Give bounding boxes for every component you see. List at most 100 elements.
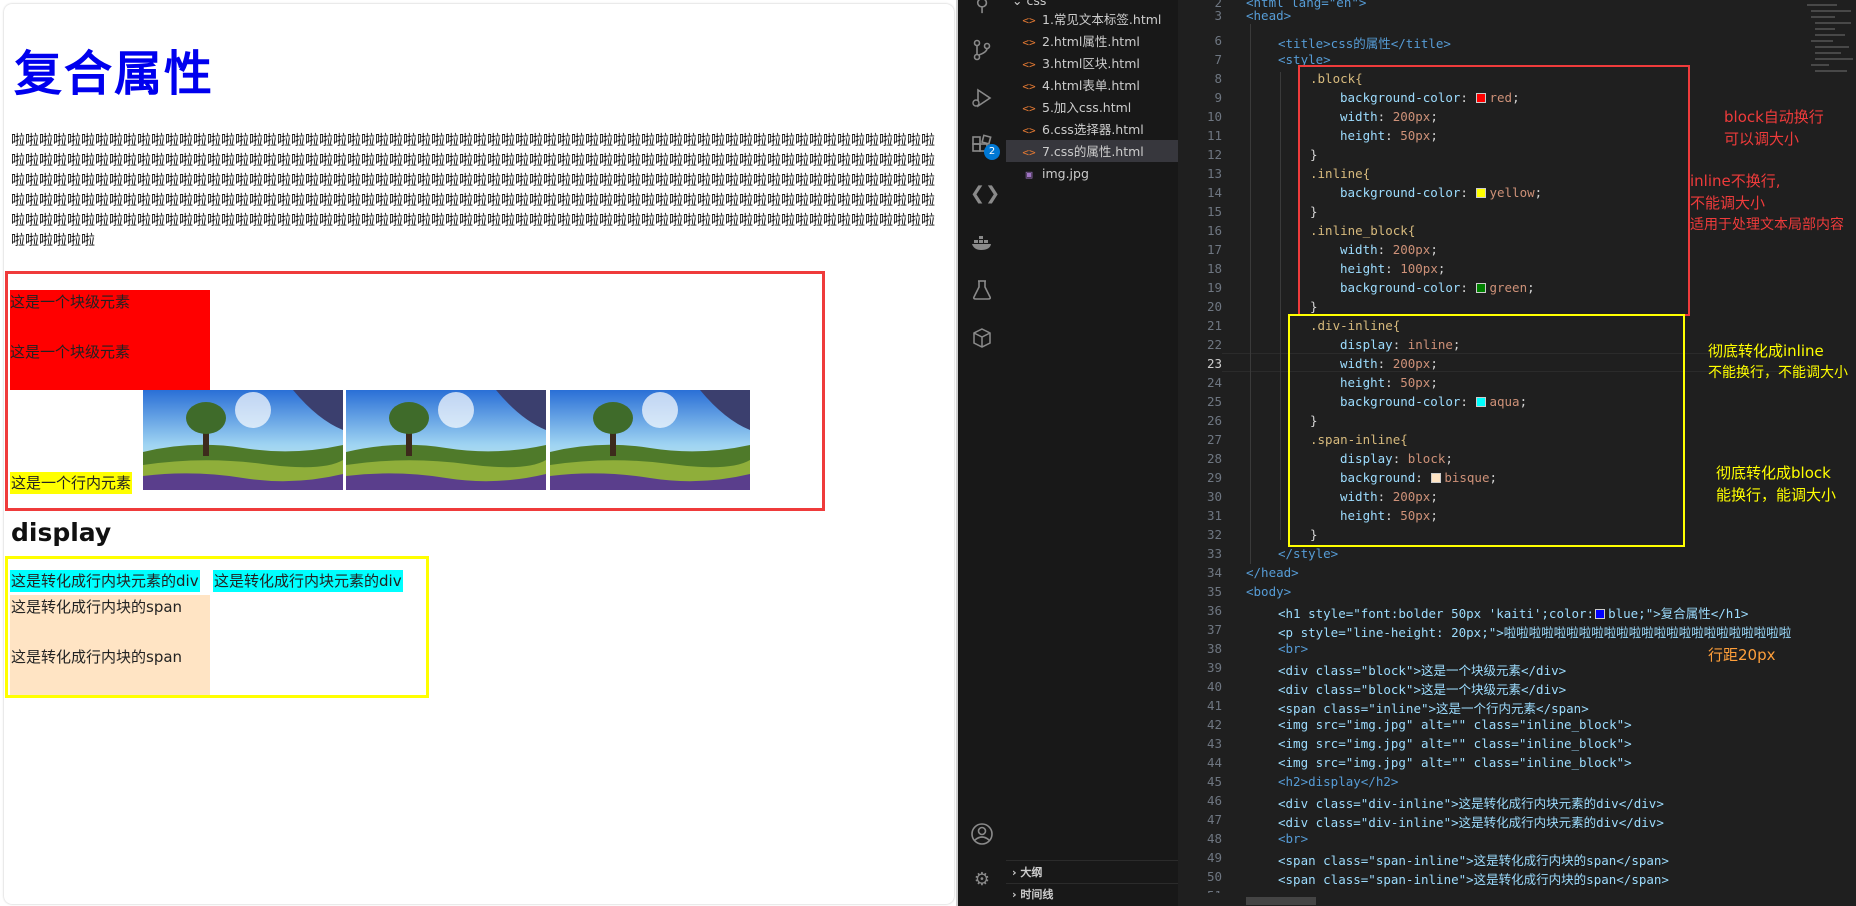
annotation-text: inline不换行, bbox=[1690, 172, 1781, 190]
file-item[interactable]: ▣ img.jpg bbox=[1022, 163, 1089, 185]
line-number: 43 bbox=[1206, 736, 1222, 751]
code-line: <body> bbox=[1246, 584, 1292, 599]
html-icon: <> bbox=[1022, 124, 1036, 137]
file-item[interactable]: <> 6.css选择器.html bbox=[1022, 119, 1143, 141]
annotation-text: 能换行，能调大小 bbox=[1716, 486, 1837, 504]
file-item[interactable]: <> 5.加入css.html bbox=[1022, 97, 1131, 119]
line-number: 42 bbox=[1206, 717, 1222, 732]
inline-element: 这是一个行内元素 bbox=[10, 472, 133, 494]
code-line: <br> bbox=[1278, 641, 1309, 656]
annotation-text: 彻底转化成block bbox=[1716, 464, 1831, 482]
html-icon: <> bbox=[1022, 146, 1036, 159]
remote-explorer-icon[interactable]: ❮❯ bbox=[970, 182, 1000, 206]
line-number: 6 bbox=[1214, 33, 1222, 48]
timeline-section[interactable]: › 时间线 bbox=[1012, 884, 1053, 906]
code-line: <img src="img.jpg" alt="" class="inline_… bbox=[1278, 736, 1632, 751]
landscape-image-3 bbox=[550, 390, 750, 490]
file-item-active[interactable]: <> 7.css的属性.html bbox=[1022, 141, 1143, 163]
run-debug-icon[interactable] bbox=[970, 86, 994, 110]
code-line: <div class="block">这是一个块级元素</div> bbox=[1278, 663, 1567, 678]
code-editor[interactable]: 2 3 6 7 8 9 10 11 12 13 14 15 16 17 18 1… bbox=[1178, 0, 1856, 906]
minimap[interactable] bbox=[1803, 0, 1855, 80]
code-line: <br> bbox=[1278, 831, 1309, 846]
file-item[interactable]: <> 3.html区块.html bbox=[1022, 53, 1139, 75]
browser-preview: 复合属性 啦啦啦啦啦啦啦啦啦啦啦啦啦啦啦啦啦啦啦啦啦啦啦啦啦啦啦啦啦啦啦啦啦啦啦… bbox=[0, 0, 956, 906]
line-number: 19 bbox=[1206, 280, 1222, 295]
code-line: <title>css的属性</title> bbox=[1278, 36, 1451, 51]
line-number: 32 bbox=[1206, 527, 1222, 542]
line-number: 15 bbox=[1206, 204, 1222, 219]
settings-gear-icon[interactable]: ⚙ bbox=[970, 868, 994, 892]
line-number: 44 bbox=[1206, 755, 1222, 770]
html-icon: <> bbox=[1022, 80, 1036, 93]
horizontal-scrollbar[interactable] bbox=[1178, 893, 1856, 906]
lalala-paragraph: 啦啦啦啦啦啦啦啦啦啦啦啦啦啦啦啦啦啦啦啦啦啦啦啦啦啦啦啦啦啦啦啦啦啦啦啦啦啦啦啦… bbox=[11, 133, 935, 249]
indent-guide bbox=[1280, 72, 1281, 540]
block-element-1: 这是一个块级元素 bbox=[10, 290, 210, 340]
span-block-2: 这是转化成行内块的span bbox=[10, 645, 210, 695]
file-item[interactable]: <> 4.html表单.html bbox=[1022, 75, 1139, 97]
divider bbox=[1006, 860, 1178, 861]
code-line: <span class="span-inline">这是转化成行内块的span<… bbox=[1278, 872, 1669, 887]
color-swatch-blue[interactable] bbox=[1595, 609, 1606, 619]
docker-icon[interactable] bbox=[970, 230, 994, 254]
extensions-badge: 2 bbox=[984, 144, 1000, 160]
html-icon: <> bbox=[1022, 58, 1036, 71]
line-number: 11 bbox=[1206, 128, 1222, 143]
testing-icon[interactable] bbox=[970, 278, 994, 302]
search-icon[interactable]: ⚲ bbox=[970, 0, 994, 18]
activity-bar: ⚲ 2 ❮❯ ⚙ bbox=[958, 0, 1006, 906]
landscape-image-2 bbox=[346, 390, 546, 490]
line-number: 31 bbox=[1206, 508, 1222, 523]
explorer-panel: ⌄ css <> 1.常见文本标签.html <> 2.html属性.html <>… bbox=[1006, 0, 1178, 906]
scrollbar-thumb[interactable] bbox=[1246, 897, 1316, 905]
account-icon[interactable] bbox=[970, 822, 994, 846]
indent-guide bbox=[1250, 24, 1251, 564]
file-item[interactable]: <> 2.html属性.html bbox=[1022, 31, 1139, 53]
code-line: </style> bbox=[1278, 546, 1339, 561]
outline-section[interactable]: › 大纲 bbox=[1012, 862, 1042, 884]
line-number: 21 bbox=[1206, 318, 1222, 333]
code-line: <img src="img.jpg" alt="" class="inline_… bbox=[1278, 755, 1632, 770]
code-line: <img src="img.jpg" alt="" class="inline_… bbox=[1278, 717, 1632, 732]
line-number: 27 bbox=[1206, 432, 1222, 447]
line-number: 40 bbox=[1206, 679, 1222, 694]
block-element-2: 这是一个块级元素 bbox=[10, 340, 210, 390]
screenshot-root: 复合属性 啦啦啦啦啦啦啦啦啦啦啦啦啦啦啦啦啦啦啦啦啦啦啦啦啦啦啦啦啦啦啦啦啦啦啦… bbox=[0, 0, 1856, 906]
line-number: 33 bbox=[1206, 546, 1222, 561]
image-icon: ▣ bbox=[1025, 168, 1033, 181]
line-number: 49 bbox=[1206, 850, 1222, 865]
html-icon: <> bbox=[1022, 36, 1036, 49]
line-number: 8 bbox=[1214, 71, 1222, 86]
annotation-text: 行距20px bbox=[1708, 646, 1776, 664]
annotation-text: 适用于处理文本局部内容 bbox=[1690, 217, 1844, 233]
landscape-image-1 bbox=[143, 390, 343, 490]
chevron-down-icon: ⌄ bbox=[1012, 0, 1027, 8]
source-control-icon[interactable] bbox=[970, 38, 994, 62]
annotation-text: 可以调大小 bbox=[1724, 130, 1800, 148]
code-line: <h1 style="font:bolder 50px 'kaiti';colo… bbox=[1278, 606, 1749, 621]
code-line: <div class="block">这是一个块级元素</div> bbox=[1278, 682, 1567, 697]
line-number: 45 bbox=[1206, 774, 1222, 789]
line-number: 14 bbox=[1206, 185, 1222, 200]
line-number: 47 bbox=[1206, 812, 1222, 827]
annotation-text: block自动换行 bbox=[1724, 108, 1824, 126]
line-number: 48 bbox=[1206, 831, 1222, 846]
annotation-text: 不能换行，不能调大小 bbox=[1708, 365, 1848, 381]
line-number: 13 bbox=[1206, 166, 1222, 181]
line-number: 28 bbox=[1206, 451, 1222, 466]
line-number: 36 bbox=[1206, 603, 1222, 618]
line-number: 41 bbox=[1206, 698, 1222, 713]
code-line: <span class="span-inline">这是转化成行内块的span<… bbox=[1278, 853, 1669, 868]
code-line: <h2>display</h2> bbox=[1278, 774, 1399, 789]
line-number: 10 bbox=[1206, 109, 1222, 124]
line-number: 46 bbox=[1206, 793, 1222, 808]
line-number: 26 bbox=[1206, 413, 1222, 428]
line-number: 34 bbox=[1206, 565, 1222, 580]
line-number: 50 bbox=[1206, 869, 1222, 884]
code-line: <div class="div-inline">这是转化成行内块元素的div</… bbox=[1278, 815, 1664, 830]
package-icon[interactable] bbox=[970, 326, 994, 350]
line-number: 35 bbox=[1206, 584, 1222, 599]
line-number: 20 bbox=[1206, 299, 1222, 314]
file-item[interactable]: <> 1.常见文本标签.html bbox=[1022, 9, 1161, 31]
